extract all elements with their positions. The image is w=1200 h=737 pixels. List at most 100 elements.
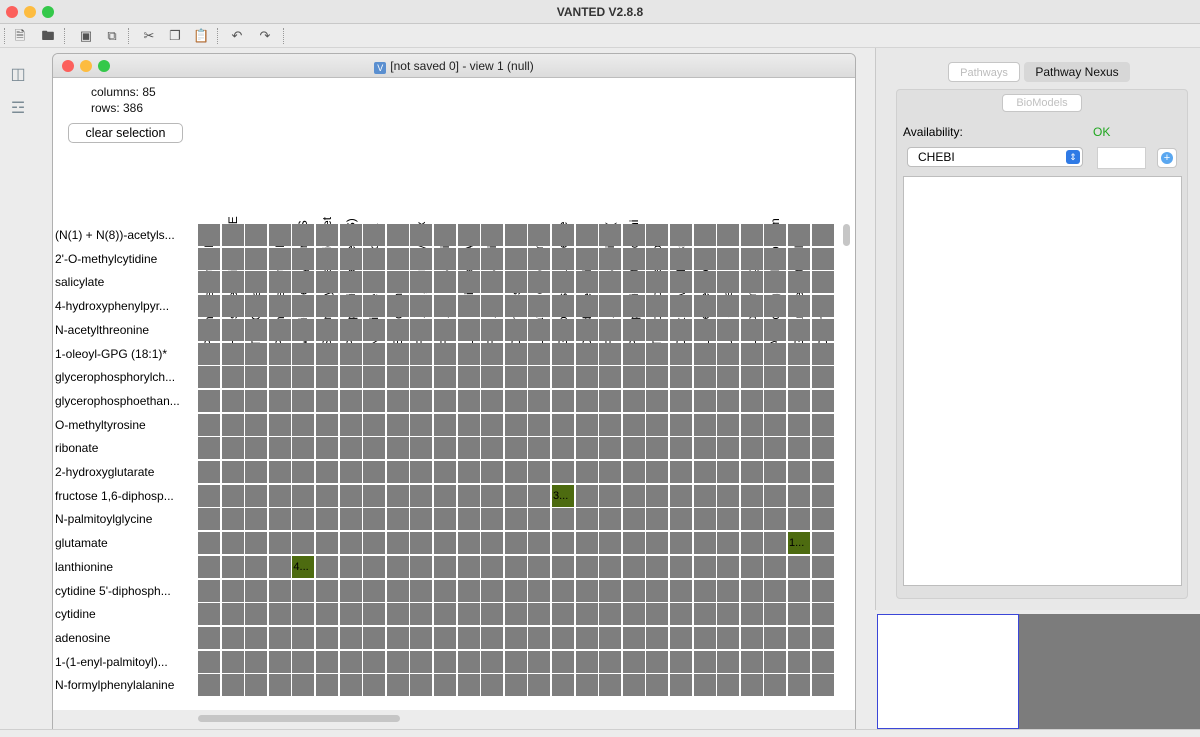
- matrix-cell[interactable]: [622, 626, 645, 649]
- column-header[interactable]: Tocopherol Metabolism: [646, 78, 669, 347]
- matrix-cell[interactable]: [693, 484, 716, 507]
- matrix-cell[interactable]: [575, 271, 598, 294]
- matrix-cell[interactable]: [504, 508, 527, 531]
- matrix-cell[interactable]: [410, 555, 433, 578]
- matrix-cell[interactable]: [221, 271, 244, 294]
- matrix-cell[interactable]: [693, 508, 716, 531]
- column-header[interactable]: Long Chain Fatty Acid: [458, 78, 481, 347]
- matrix-cell[interactable]: [198, 626, 220, 649]
- matrix-cell[interactable]: [316, 224, 338, 246]
- matrix-cell[interactable]: [457, 318, 480, 341]
- matrix-cell[interactable]: [221, 603, 244, 626]
- matrix-cell[interactable]: [481, 579, 504, 602]
- matrix-cell[interactable]: [552, 674, 574, 697]
- matrix-cell[interactable]: [339, 224, 362, 246]
- matrix-cell[interactable]: [504, 603, 527, 626]
- matrix-cell[interactable]: [693, 674, 716, 697]
- column-header[interactable]: Ceramides: [505, 78, 528, 347]
- matrix-cell[interactable]: [386, 484, 409, 507]
- matrix-cell[interactable]: [457, 579, 480, 602]
- matrix-cell[interactable]: [504, 579, 527, 602]
- matrix-cell[interactable]: [245, 603, 268, 626]
- matrix-cell[interactable]: [481, 508, 504, 531]
- matrix-cell[interactable]: [410, 389, 433, 412]
- matrix-cell[interactable]: [670, 626, 692, 649]
- matrix-cell[interactable]: [481, 461, 504, 483]
- matrix-cell[interactable]: [740, 508, 763, 531]
- matrix-cell[interactable]: [339, 366, 362, 389]
- matrix-cell[interactable]: [339, 271, 362, 294]
- matrix-cell[interactable]: [245, 389, 268, 412]
- matrix-cell[interactable]: [434, 224, 456, 246]
- matrix-cell[interactable]: [363, 508, 386, 531]
- matrix-cell[interactable]: [646, 342, 669, 365]
- matrix-cell[interactable]: [386, 366, 409, 389]
- matrix-cell[interactable]: [599, 271, 622, 294]
- matrix-cell[interactable]: [717, 295, 740, 318]
- matrix-cell[interactable]: [434, 318, 456, 341]
- matrix-cell[interactable]: [481, 342, 504, 365]
- matrix-cell[interactable]: [599, 579, 622, 602]
- matrix-cell[interactable]: [339, 555, 362, 578]
- matrix-cell[interactable]: [481, 532, 504, 555]
- matrix-cell[interactable]: [717, 224, 740, 246]
- matrix-cell[interactable]: [646, 674, 669, 697]
- matrix-cell[interactable]: [811, 579, 834, 602]
- matrix-cell[interactable]: [693, 555, 716, 578]
- matrix-cell[interactable]: [221, 342, 244, 365]
- row-label[interactable]: (N(1) + N(8))-acetyls...: [55, 224, 197, 246]
- matrix-cell[interactable]: [599, 247, 622, 270]
- matrix-cell[interactable]: [622, 603, 645, 626]
- matrix-cell[interactable]: [646, 461, 669, 483]
- matrix-cell[interactable]: [316, 389, 338, 412]
- matrix-cell[interactable]: [386, 342, 409, 365]
- matrix-cell[interactable]: [245, 342, 268, 365]
- matrix-cell[interactable]: [552, 626, 574, 649]
- matrix-cell[interactable]: [386, 224, 409, 246]
- column-header[interactable]: Pyrimidine Metabolism,: [269, 78, 292, 347]
- matrix-cell[interactable]: [434, 437, 456, 460]
- matrix-cell[interactable]: [363, 579, 386, 602]
- matrix-cell[interactable]: [434, 532, 456, 555]
- matrix-cell[interactable]: [788, 484, 810, 507]
- matrix-cell[interactable]: [622, 437, 645, 460]
- column-header[interactable]: Lysoplasmalogen: [741, 78, 764, 347]
- matrix-cell[interactable]: [363, 626, 386, 649]
- column-header[interactable]: Pyrimidine Metabolism,: [198, 78, 221, 347]
- matrix-cell[interactable]: [575, 555, 598, 578]
- matrix-cell[interactable]: [811, 508, 834, 531]
- matrix-cell[interactable]: [410, 484, 433, 507]
- matrix-cell[interactable]: [292, 603, 315, 626]
- matrix-cell[interactable]: [481, 295, 504, 318]
- matrix-cell[interactable]: [575, 437, 598, 460]
- matrix-cell[interactable]: [198, 650, 220, 673]
- matrix-cell[interactable]: [693, 295, 716, 318]
- matrix-cell[interactable]: [363, 650, 386, 673]
- matrix-cell[interactable]: [292, 626, 315, 649]
- matrix-cell[interactable]: [670, 295, 692, 318]
- undo-icon[interactable]: ↶: [229, 28, 245, 44]
- row-label[interactable]: 1-oleoyl-GPG (18:1)*: [55, 343, 197, 365]
- matrix-cell[interactable]: [552, 461, 574, 483]
- matrix-cell[interactable]: [434, 461, 456, 483]
- column-header[interactable]: Fatty Acid Metabolism(: [434, 78, 457, 347]
- column-header[interactable]: Secondary Bile Acid Met: [316, 78, 339, 347]
- horizontal-scrollbar[interactable]: [198, 715, 400, 722]
- matrix-cell[interactable]: [339, 437, 362, 460]
- matrix-cell[interactable]: [198, 532, 220, 555]
- column-header[interactable]: Hexosylceramides (HCE: [222, 78, 245, 347]
- matrix-cell[interactable]: [646, 484, 669, 507]
- matrix-cell[interactable]: [646, 247, 669, 270]
- matrix-cell[interactable]: [198, 247, 220, 270]
- matrix-cell[interactable]: [434, 389, 456, 412]
- matrix-cell[interactable]: [457, 437, 480, 460]
- row-label[interactable]: cytidine 5'-diphosph...: [55, 580, 197, 602]
- matrix-cell[interactable]: [198, 318, 220, 341]
- matrix-cell[interactable]: [788, 603, 810, 626]
- matrix-cell[interactable]: [316, 413, 338, 436]
- matrix-cell[interactable]: [221, 532, 244, 555]
- matrix-cell[interactable]: [646, 389, 669, 412]
- matrix-cell[interactable]: [740, 389, 763, 412]
- column-header[interactable]: Methionine, Cysteine, S: [292, 78, 315, 347]
- matrix-cell[interactable]: [646, 366, 669, 389]
